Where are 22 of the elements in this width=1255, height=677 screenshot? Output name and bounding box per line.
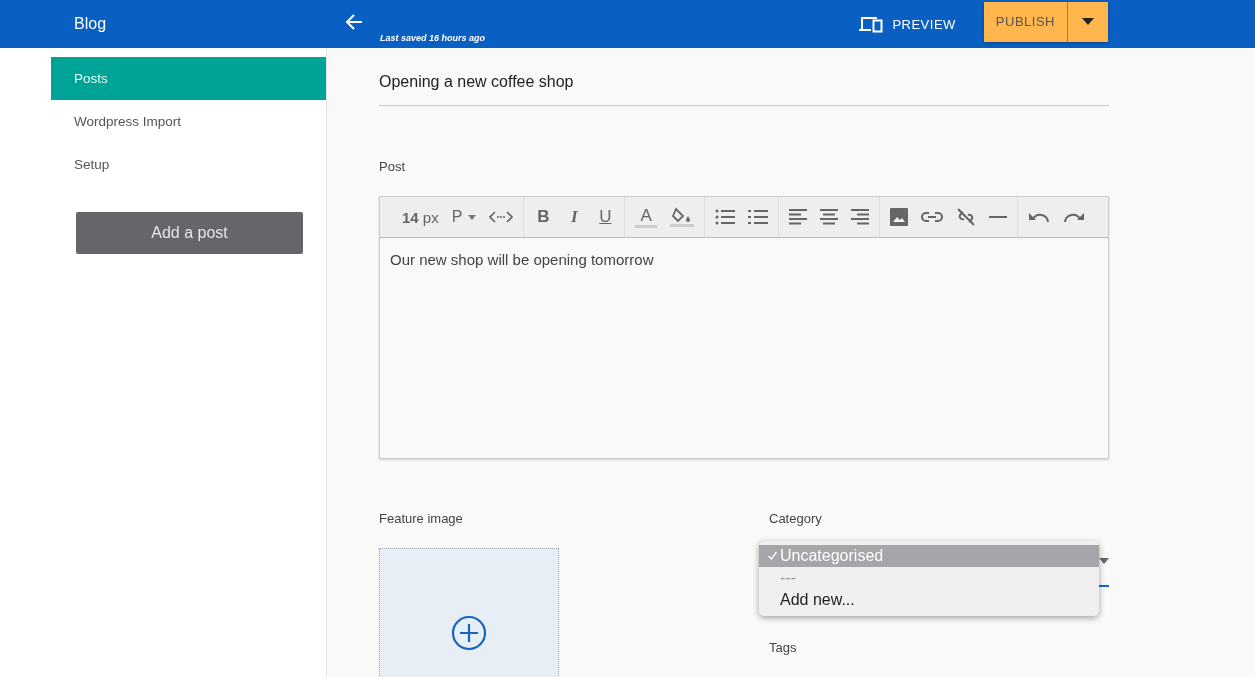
tags-label: Tags: [769, 640, 798, 655]
block-format-control[interactable]: P: [451, 208, 477, 226]
feature-image-label: Feature image: [379, 511, 464, 526]
text-color-button[interactable]: A: [635, 206, 657, 228]
last-saved-text: Last saved 16 hours ago: [380, 33, 486, 43]
dropdown-option: ---: [759, 567, 1099, 589]
sidebar-item[interactable]: Wordpress Import: [51, 100, 326, 143]
add-post-button[interactable]: Add a post: [76, 212, 303, 254]
underline-button[interactable]: U: [596, 207, 615, 227]
category-label: Category: [769, 511, 823, 526]
sidebar-item[interactable]: Setup: [51, 143, 326, 186]
sidebar-item[interactable]: Posts: [51, 57, 326, 100]
bold-button[interactable]: B: [534, 207, 553, 227]
font-size-control[interactable]: 14 px: [402, 208, 439, 226]
publish-button[interactable]: PUBLISH: [983, 1, 1068, 42]
post-label: Post: [379, 159, 406, 174]
post-body-editor[interactable]: Our new shop will be opening tomorrow: [380, 238, 1108, 458]
italic-button[interactable]: I: [565, 207, 584, 227]
dropdown-option[interactable]: Add new...: [759, 589, 1099, 611]
post-title-field[interactable]: Opening a new coffee shop: [379, 73, 1109, 106]
app-title: Blog: [74, 15, 107, 33]
preview-button[interactable]: PREVIEW: [854, 11, 960, 37]
